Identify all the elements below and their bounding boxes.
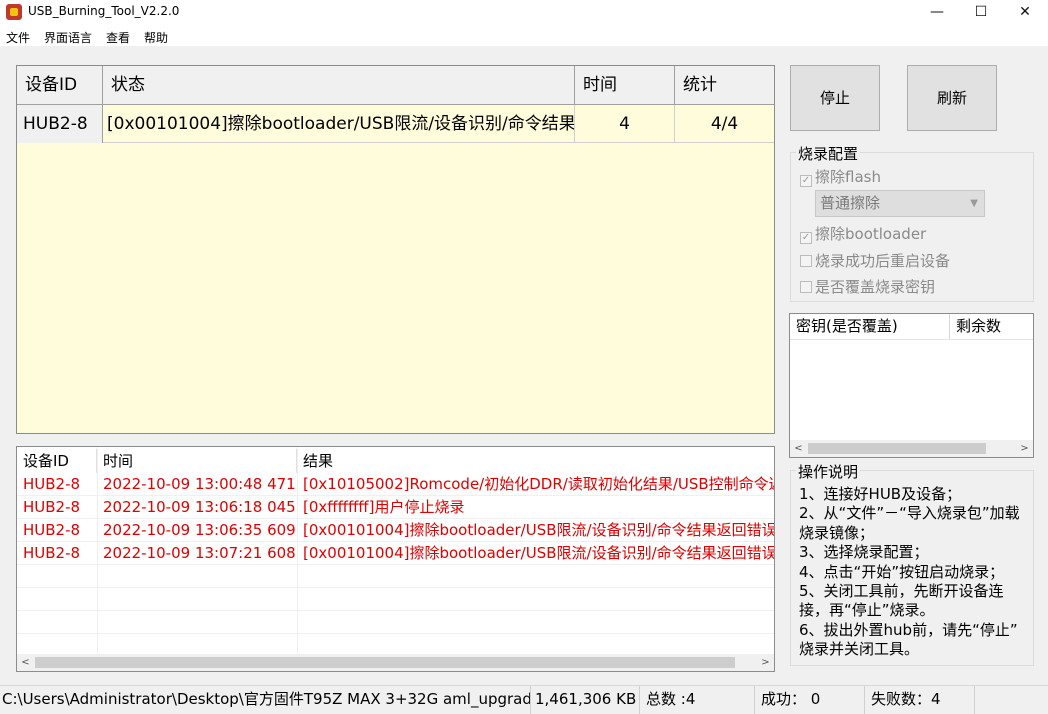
key-list[interactable]: 密钥(是否覆盖) 剩余数 < > [789, 313, 1034, 458]
log-device-id: HUB2-8 [23, 498, 81, 516]
key-list-header-key[interactable]: 密钥(是否覆盖) [790, 314, 950, 339]
scroll-left-icon[interactable]: < [790, 440, 807, 457]
erase-mode-select[interactable]: 普通擦除 ▼ [815, 190, 985, 217]
scroll-thumb[interactable] [808, 443, 986, 454]
header-status[interactable]: 状态 [103, 66, 575, 105]
status-total: 总数 :4 [640, 686, 755, 714]
status-spare [975, 686, 1048, 714]
minimize-button[interactable]: — [914, 0, 960, 26]
log-header-result[interactable]: 结果 [297, 449, 774, 473]
erase-mode-value: 普通擦除 [820, 194, 881, 212]
log-result: [0x00101004]擦除bootloader/USB限流/设备识别/命令结果… [303, 544, 774, 562]
title-bar: USB_Burning_Tool_V2.2.0 — ☐ ✕ [0, 0, 1048, 26]
maximize-button[interactable]: ☐ [958, 0, 1004, 26]
log-header-time[interactable]: 时间 [97, 449, 297, 473]
close-button[interactable]: ✕ [1002, 0, 1048, 26]
key-list-divider [790, 339, 1033, 340]
log-device-id: HUB2-8 [23, 521, 81, 539]
log-result: [0x00101004]擦除bootloader/USB限流/设备识别/命令结果… [303, 521, 774, 539]
menu-bar: 文件 界面语言 查看 帮助 [0, 26, 1048, 46]
window-title: USB_Burning_Tool_V2.2.0 [28, 4, 180, 18]
instruction-line: 2、从“文件”－“导入烧录包”加载 [799, 504, 1020, 523]
overwrite-key-checkbox[interactable]: 是否覆盖烧录密钥 [800, 276, 935, 297]
instructions-title: 操作说明 [796, 461, 861, 482]
chevron-down-icon: ▼ [970, 198, 978, 209]
key-list-scrollbar[interactable]: < > [790, 440, 1033, 457]
instruction-line: 4、点击“开始”按钮启动烧录； [799, 562, 1005, 581]
erase-bootloader-checkbox[interactable]: ✓ 擦除bootloader [800, 223, 926, 244]
check-icon: ✓ [800, 175, 812, 187]
device-count-cell: 4/4 [710, 114, 739, 134]
scroll-right-icon[interactable]: > [757, 654, 774, 671]
stop-button[interactable]: 停止 [790, 65, 880, 131]
device-grid[interactable]: 设备ID 状态 时间 统计 HUB2-8 [0x00101004]擦除bootl… [16, 65, 775, 434]
scroll-left-icon[interactable]: < [17, 654, 34, 671]
app-icon [6, 4, 22, 20]
log-time: 2022-10-09 13:00:48 471 [103, 475, 296, 493]
device-status-cell: [0x00101004]擦除bootloader/USB限流/设备识别/命令结果… [103, 105, 575, 143]
log-result: [0x10105002]Romcode/初始化DDR/读取初始化结果/USB控制… [303, 475, 774, 493]
header-stats[interactable]: 统计 [675, 66, 774, 105]
device-row[interactable]: HUB2-8 [0x00101004]擦除bootloader/USB限流/设备… [17, 105, 774, 143]
status-file-path: C:\Users\Administrator\Desktop\官方固件T95Z … [0, 686, 531, 714]
scroll-right-icon[interactable]: > [1016, 440, 1033, 457]
status-file-size: 1,461,306 KB [531, 686, 640, 714]
empty-row [17, 588, 774, 611]
log-device-id: HUB2-8 [23, 544, 81, 562]
instruction-line: 5、关闭工具前，先断开设备连 [799, 582, 1004, 601]
log-result: [0xffffffff]用户停止烧录 [303, 498, 465, 516]
log-row[interactable]: HUB2-8 2022-10-09 13:06:35 609 [0x001010… [17, 519, 774, 542]
device-grid-header: 设备ID 状态 时间 统计 [17, 66, 774, 105]
status-bar: C:\Users\Administrator\Desktop\官方固件T95Z … [0, 685, 1048, 714]
empty-row [17, 565, 774, 588]
log-list[interactable]: 设备ID 时间 结果 HUB2-8 2022-10-09 13:00:48 47… [16, 446, 775, 672]
instructions-text: 1、连接好HUB及设备； 2、从“文件”－“导入烧录包”加载 烧录镜像； 3、选… [799, 485, 1034, 660]
status-success: 成功： 0 [755, 686, 865, 714]
instruction-line: 1、连接好HUB及设备； [799, 485, 962, 503]
menu-help[interactable]: 帮助 [144, 29, 168, 46]
log-row[interactable]: HUB2-8 2022-10-09 13:00:48 471 [0x101050… [17, 473, 774, 496]
check-icon: ✓ [800, 232, 812, 244]
key-list-header-remaining[interactable]: 剩余数 [950, 314, 1033, 339]
status-fail: 失败数：4 [865, 686, 975, 714]
log-time: 2022-10-09 13:06:18 045 [103, 498, 296, 516]
instruction-line: 6、拔出外置hub前，请先“停止” [799, 620, 1018, 639]
checkbox-icon [800, 255, 812, 267]
menu-view[interactable]: 查看 [106, 29, 130, 46]
empty-row [17, 611, 774, 634]
reboot-after-label: 烧录成功后重启设备 [815, 252, 951, 270]
erase-flash-label: 擦除flash [815, 168, 881, 186]
log-header-device-id[interactable]: 设备ID [17, 449, 97, 473]
erase-bootloader-label: 擦除bootloader [815, 225, 927, 243]
log-time: 2022-10-09 13:06:35 609 [103, 521, 296, 539]
log-time: 2022-10-09 13:07:21 608 [103, 544, 296, 562]
reboot-after-checkbox[interactable]: 烧录成功后重启设备 [800, 250, 950, 271]
erase-flash-checkbox[interactable]: ✓ 擦除flash [800, 166, 881, 187]
header-device-id[interactable]: 设备ID [17, 66, 103, 105]
log-device-id: HUB2-8 [23, 475, 81, 493]
instruction-line: 烧录并关闭工具。 [799, 640, 920, 659]
burn-config-title: 烧录配置 [796, 143, 861, 164]
menu-file[interactable]: 文件 [6, 29, 30, 46]
checkbox-icon [800, 281, 812, 293]
instruction-line: 3、选择烧录配置； [799, 543, 929, 562]
device-id-cell: HUB2-8 [17, 105, 103, 143]
log-list-scrollbar[interactable]: < > [17, 654, 774, 671]
scroll-thumb[interactable] [35, 657, 735, 668]
log-row[interactable]: HUB2-8 2022-10-09 13:06:18 045 [0xffffff… [17, 496, 774, 519]
device-time-cell: 4 [575, 105, 675, 143]
menu-language[interactable]: 界面语言 [44, 29, 92, 46]
instruction-line: 接，再“停止”烧录。 [799, 601, 935, 620]
log-row[interactable]: HUB2-8 2022-10-09 13:07:21 608 [0x001010… [17, 542, 774, 565]
overwrite-key-label: 是否覆盖烧录密钥 [815, 278, 936, 296]
header-time[interactable]: 时间 [575, 66, 675, 105]
refresh-button[interactable]: 刷新 [907, 65, 997, 131]
instruction-line: 烧录镜像； [799, 523, 875, 542]
